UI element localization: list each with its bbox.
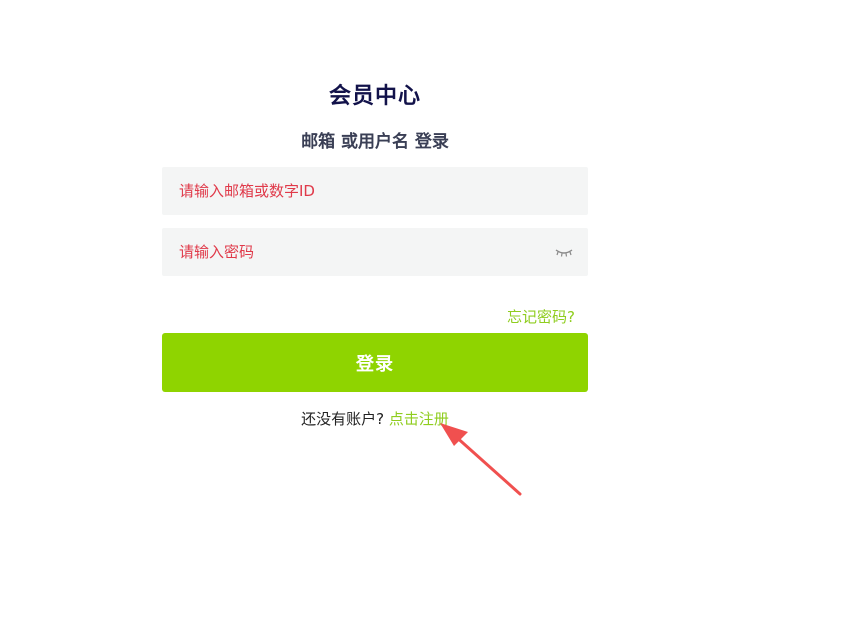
register-prompt-line: 还没有账户? 点击注册: [0, 408, 750, 429]
login-subtitle: 邮箱 或用户名 登录: [301, 132, 449, 152]
page-title: 会员中心: [328, 84, 421, 109]
register-link[interactable]: 点击注册: [389, 410, 449, 428]
login-button[interactable]: 登录: [162, 333, 588, 392]
email-field: [162, 167, 588, 215]
password-input[interactable]: [162, 228, 588, 276]
email-input[interactable]: [162, 167, 588, 215]
eye-closed-icon[interactable]: [554, 244, 574, 260]
login-page: 会员中心 邮箱 或用户名 登录 忘记密码? 登录 还没有账户? 点击注册: [0, 0, 841, 634]
forgot-password-link[interactable]: 忘记密码?: [480, 306, 575, 327]
register-prompt-text: 还没有账户?: [301, 410, 385, 428]
password-field: [162, 228, 588, 276]
